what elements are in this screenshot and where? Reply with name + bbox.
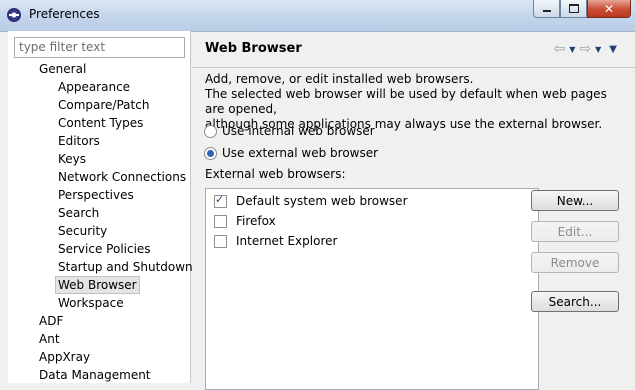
tree-item[interactable]: Workspace	[58, 295, 124, 311]
tree-item[interactable]: Compare/Patch	[58, 97, 149, 113]
browser-checkbox[interactable]	[214, 214, 227, 228]
browser-list-item[interactable]: Default system web browser	[214, 193, 408, 208]
back-dropdown-icon[interactable]: ▼	[569, 45, 575, 54]
tree-item[interactable]: Security	[58, 223, 107, 239]
minimize-icon	[542, 10, 551, 12]
browser-label: Default system web browser	[236, 194, 408, 208]
external-browser-option[interactable]: Use external web browser	[204, 146, 378, 160]
description-line: Add, remove, or edit installed web brows…	[205, 72, 474, 86]
search-browser-button[interactable]: Search...	[531, 291, 619, 312]
maximize-button[interactable]	[560, 0, 587, 18]
internal-browser-label: Use internal web browser	[222, 124, 375, 138]
page-description: Add, remove, or edit installed web brows…	[205, 72, 630, 132]
eclipse-icon	[7, 8, 21, 22]
tree-item[interactable]: Network Connections	[58, 169, 186, 185]
page-title: Web Browser	[205, 41, 302, 56]
browser-label: Internet Explorer	[236, 234, 338, 248]
window-controls: ✕	[533, 0, 631, 20]
tree-item[interactable]: General	[39, 61, 86, 77]
tree-item[interactable]: AppXray	[39, 349, 90, 365]
close-icon: ✕	[603, 1, 615, 16]
browser-checkbox[interactable]	[214, 234, 227, 248]
tree-item[interactable]: Data Management	[39, 367, 151, 383]
header-divider	[192, 67, 635, 68]
forward-dropdown-icon[interactable]: ▼	[595, 45, 601, 54]
tree-item[interactable]: Perspectives	[58, 187, 134, 203]
view-menu-icon[interactable]: ▼	[609, 44, 617, 55]
close-button[interactable]: ✕	[587, 0, 631, 18]
external-browsers-list[interactable]: Default system web browser Firefox Interne…	[205, 188, 539, 390]
tree-item[interactable]: ADF	[39, 313, 63, 329]
tree-item[interactable]: Keys	[58, 151, 86, 167]
title-bar: Preferences ✕	[0, 0, 635, 32]
tree-item[interactable]: Web Browser	[55, 276, 140, 294]
tree-item[interactable]: Content Types	[58, 115, 143, 131]
external-browsers-label: External web browsers:	[205, 167, 346, 181]
preference-page: Web Browser ⇦ ▼ ⇨ ▼ ▼ Add, remove, or ed…	[192, 31, 635, 390]
external-browser-radio[interactable]	[204, 146, 217, 160]
edit-browser-button[interactable]: Edit...	[531, 221, 619, 242]
description-line: The selected web browser will be used by…	[205, 87, 607, 116]
external-browser-label: Use external web browser	[222, 146, 379, 160]
tree-item[interactable]: Ant	[39, 331, 60, 347]
filter-input[interactable]: type filter text	[14, 37, 185, 58]
minimize-button[interactable]	[533, 0, 560, 18]
tree-item[interactable]: Service Policies	[58, 241, 151, 257]
internal-browser-radio[interactable]	[204, 124, 217, 138]
internal-browser-option[interactable]: Use internal web browser	[204, 124, 375, 138]
browser-checkbox[interactable]	[214, 193, 227, 208]
new-browser-button[interactable]: New...	[531, 190, 619, 211]
browser-list-item[interactable]: Firefox	[214, 214, 276, 228]
back-arrow-icon[interactable]: ⇦	[554, 41, 566, 57]
browser-list-item[interactable]: Internet Explorer	[214, 234, 337, 248]
tree-item[interactable]: Startup and Shutdown	[58, 259, 193, 275]
preferences-nav-panel: type filter text General Appearance Compar…	[8, 31, 193, 383]
tree-item[interactable]: Search	[58, 205, 99, 221]
tree-item[interactable]: Appearance	[58, 79, 130, 95]
browser-label: Firefox	[236, 214, 276, 228]
tree-item[interactable]: Editors	[58, 133, 100, 149]
window-title: Preferences	[29, 7, 100, 21]
forward-arrow-icon[interactable]: ⇨	[579, 41, 591, 57]
maximize-icon	[568, 4, 579, 13]
page-navigation: ⇦ ▼ ⇨ ▼ ▼	[554, 41, 617, 57]
remove-browser-button[interactable]: Remove	[531, 252, 619, 273]
